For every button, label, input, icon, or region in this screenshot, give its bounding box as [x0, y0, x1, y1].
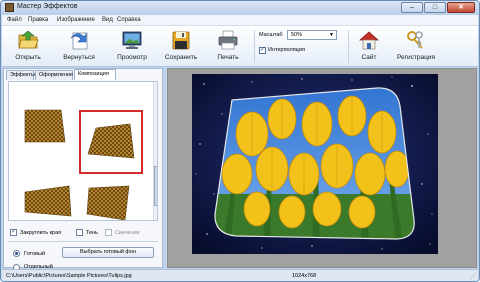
menu-bar: Файл Правка Изображение Вид Справка	[2, 15, 478, 26]
back-button[interactable]: Вернуться	[56, 28, 102, 65]
glow-checkbox[interactable]	[105, 229, 112, 236]
resize-grip-icon[interactable]: ⋰	[470, 273, 476, 280]
menu-file[interactable]: Файл	[7, 17, 22, 23]
chevron-down-icon: ▼	[329, 32, 334, 38]
choose-background-button[interactable]: Выбрать готовый фон	[62, 247, 154, 258]
preview-button[interactable]: Просмотр	[110, 28, 154, 65]
tab-effects[interactable]: Эффекты	[6, 70, 35, 80]
toolbar: Открыть Вернуться Просмотр Сохранить Печ…	[2, 26, 478, 67]
shadow-label: Тень	[86, 230, 99, 236]
open-button[interactable]: Открыть	[8, 28, 48, 65]
settings-panel: Эффекты Оформление Композиция ✓ Закругли…	[3, 68, 163, 271]
separate-background-label: Отдельный	[24, 264, 53, 268]
window-title: Мастер Эффектов	[17, 3, 78, 10]
register-label: Регистрация	[397, 54, 435, 61]
house-icon	[359, 31, 379, 50]
shadow-checkbox[interactable]	[76, 229, 83, 236]
menu-help[interactable]: Справка	[117, 17, 141, 23]
print-label: Печать	[217, 54, 239, 61]
print-button[interactable]: Печать	[210, 28, 246, 65]
menu-edit[interactable]: Правка	[28, 17, 48, 23]
ready-background-radio[interactable]	[13, 250, 20, 257]
zoom-label: Масштаб	[259, 32, 283, 38]
gallery-scroll-thumb[interactable]	[154, 166, 157, 206]
zoom-value: 50%	[291, 32, 303, 38]
tab-design[interactable]: Оформление	[35, 70, 73, 80]
open-label: Открыть	[15, 54, 41, 61]
app-icon	[5, 3, 14, 12]
interpolation-checkbox[interactable]: ✓	[259, 47, 266, 54]
thumbnail-composition-3[interactable]	[19, 182, 75, 221]
composition-gallery	[8, 81, 158, 221]
thumbnail-composition-1[interactable]	[15, 106, 71, 146]
monitor-icon	[122, 31, 142, 49]
keys-icon	[407, 31, 423, 49]
zoom-select[interactable]: 50% ▼	[287, 30, 337, 40]
tab-composition[interactable]: Композиция	[74, 69, 116, 80]
menu-view[interactable]: Вид	[102, 17, 113, 23]
glow-label: Свечение	[115, 230, 140, 236]
app-window: Мастер Эффектов – □ ✕ Файл Правка Изобра…	[0, 0, 480, 282]
toolbar-separator	[254, 30, 255, 63]
image-size: 1024x768	[292, 273, 317, 279]
effect-preview-image	[192, 74, 438, 254]
thumbnail-composition-4[interactable]	[81, 182, 137, 221]
save-button[interactable]: Сохранить	[160, 28, 202, 65]
round-corners-label: Закруглить края	[20, 230, 62, 236]
minimize-button[interactable]: –	[401, 2, 423, 13]
title-bar: Мастер Эффектов – □ ✕	[1, 1, 479, 15]
panel-divider	[8, 241, 158, 242]
round-corners-checkbox[interactable]: ✓	[10, 229, 17, 236]
file-path: C:\Users\Public\Pictures\Sample Pictures…	[6, 273, 132, 279]
selected-thumbnail[interactable]	[79, 110, 143, 174]
printer-icon	[218, 30, 238, 50]
save-label: Сохранить	[164, 54, 198, 61]
preview-label: Просмотр	[117, 54, 147, 61]
register-button[interactable]: Регистрация	[388, 28, 444, 65]
thumbnail-composition-2	[87, 123, 135, 159]
status-bar: C:\Users\Public\Pictures\Sample Pictures…	[2, 269, 478, 281]
interpolation-label: Интерполяция	[268, 47, 305, 53]
toolbar-separator	[348, 30, 349, 63]
site-label: Сайт	[361, 54, 377, 61]
floppy-disk-icon	[172, 31, 190, 50]
close-button[interactable]: ✕	[447, 2, 475, 13]
menu-image[interactable]: Изображение	[57, 17, 95, 23]
preview-area	[167, 68, 477, 268]
ready-background-label: Готовый	[24, 251, 46, 257]
folder-open-icon	[18, 30, 39, 49]
undo-arrow-icon	[70, 32, 88, 50]
maximize-button[interactable]: □	[424, 2, 446, 13]
back-label: Вернуться	[63, 54, 95, 61]
site-button[interactable]: Сайт	[354, 28, 384, 65]
